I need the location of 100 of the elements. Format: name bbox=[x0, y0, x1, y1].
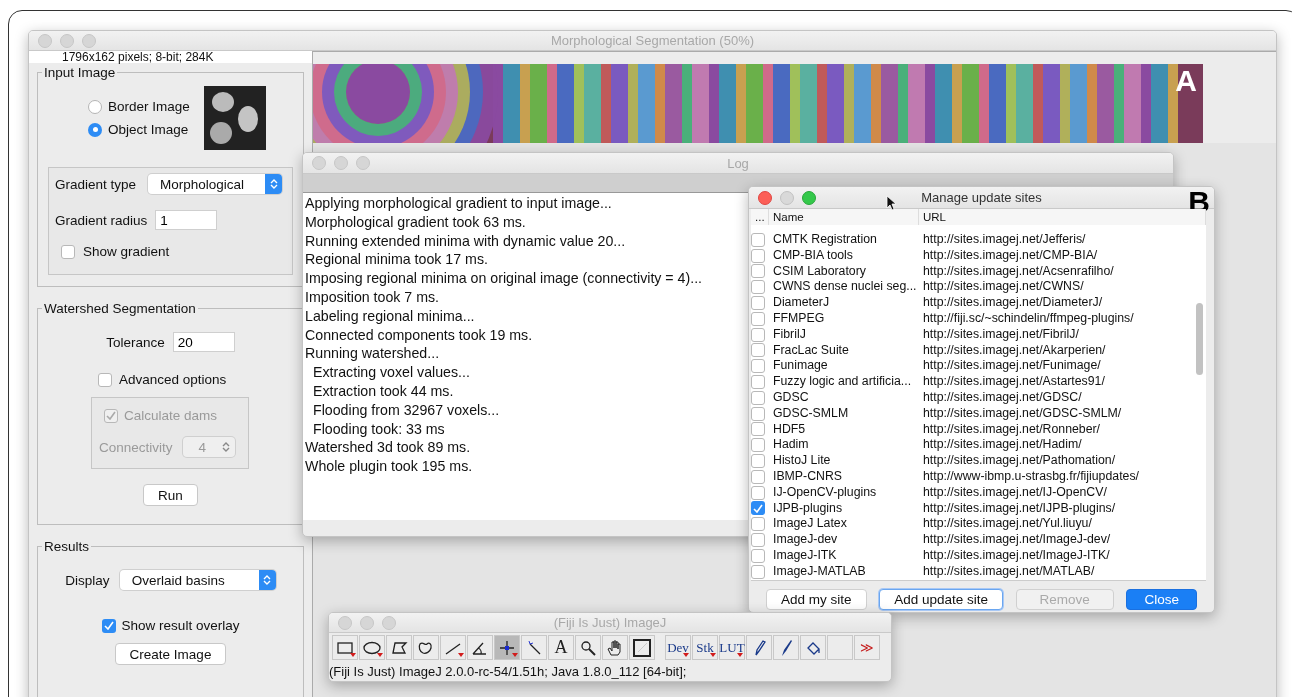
checkbox[interactable] bbox=[751, 343, 765, 358]
site-url-cell-text: http://sites.imagej.net/Astartes91/ bbox=[922, 374, 1106, 390]
radio-label: Object Image bbox=[108, 122, 189, 137]
site-name-cell-text: ImageJ-ITK bbox=[772, 547, 838, 564]
wand-tool-icon bbox=[525, 638, 543, 657]
site-name-cell-text: CSIM Laboratory bbox=[772, 263, 867, 280]
wand-tool-button[interactable] bbox=[521, 635, 547, 660]
column-header[interactable]: URL bbox=[919, 209, 1206, 225]
text-tool-button[interactable]: A bbox=[548, 635, 574, 660]
site-url-cell-text: http://sites.imagej.net/CWNS/ bbox=[922, 279, 1085, 296]
column-header[interactable]: ... bbox=[751, 209, 769, 225]
brush-tool-button[interactable] bbox=[773, 635, 799, 660]
site-url-cell-text: http://sites.imagej.net/ImageJ-dev/ bbox=[922, 532, 1112, 548]
checkbox[interactable] bbox=[751, 390, 765, 405]
rectangle-tool-button[interactable] bbox=[332, 635, 358, 660]
point-tool-button[interactable] bbox=[494, 635, 520, 660]
site-url-cell-text: http://sites.imagej.net/Funimage/ bbox=[922, 358, 1102, 375]
checkbox-label: Advanced options bbox=[119, 372, 227, 387]
log-line: Imposition took 7 ms. bbox=[305, 288, 440, 307]
gradient-radius-field[interactable]: 1 bbox=[155, 210, 218, 230]
site-url-cell-text: http://sites.imagej.net/Akarperien/ bbox=[922, 342, 1107, 359]
radio-button[interactable] bbox=[88, 99, 102, 114]
site-url-cell-text: http://sites.imagej.net/Ronneber/ bbox=[922, 421, 1102, 438]
checkbox[interactable] bbox=[751, 454, 765, 469]
checkbox-label: Show result overlay bbox=[121, 618, 240, 633]
dialog-button[interactable]: Add my site bbox=[766, 589, 867, 611]
site-name-cell-text: Fuzzy logic and artificia... bbox=[772, 374, 913, 390]
chevron-icon bbox=[222, 441, 231, 453]
site-name-cell-text: GDSC-SMLM bbox=[772, 405, 850, 422]
checkbox[interactable] bbox=[751, 438, 765, 453]
checkbox[interactable] bbox=[751, 248, 765, 263]
tolerance-field[interactable]: 20 bbox=[172, 332, 235, 352]
checkbox[interactable] bbox=[751, 264, 765, 279]
menu-tool-button[interactable]: Stk bbox=[692, 635, 718, 660]
menu-tool-button[interactable]: LUT bbox=[719, 635, 745, 660]
dialog-button[interactable]: Add update site bbox=[879, 589, 1003, 611]
freehand-tool-button[interactable] bbox=[413, 635, 439, 660]
checkbox[interactable] bbox=[751, 232, 765, 247]
log-line: Extracting voxel values... bbox=[312, 363, 470, 382]
magnifier-tool-button[interactable] bbox=[575, 635, 601, 660]
log-line: Watershed 3d took 89 ms. bbox=[305, 438, 471, 458]
window-title: Log bbox=[727, 155, 749, 171]
checkbox[interactable] bbox=[751, 375, 765, 390]
group-title: Results bbox=[43, 539, 90, 554]
site-name-cell-text: FracLac Suite bbox=[772, 342, 850, 359]
checkbox[interactable] bbox=[101, 618, 116, 633]
site-url-cell-text: http://sites.imagej.net/CMP-BIA/ bbox=[922, 247, 1099, 264]
panel-label: A bbox=[1175, 66, 1197, 96]
pencil-tool-button[interactable] bbox=[746, 635, 772, 660]
checkbox[interactable] bbox=[751, 422, 765, 437]
radio-label: Border Image bbox=[108, 99, 190, 114]
window-title: Manage update sites bbox=[921, 190, 1042, 205]
checkbox[interactable] bbox=[751, 485, 765, 500]
menu-tool-button[interactable]: Dev bbox=[665, 635, 691, 660]
more-tool-button[interactable]: ≫ bbox=[854, 635, 880, 660]
site-name-cell-text: HistoJ Lite bbox=[772, 453, 832, 469]
checkbox[interactable] bbox=[751, 517, 765, 532]
gradient-type-select[interactable]: Morphological bbox=[148, 174, 283, 194]
site-name-cell-text: FibrilJ bbox=[772, 326, 807, 343]
checkbox[interactable] bbox=[751, 311, 765, 326]
site-name-cell-text: Funimage bbox=[772, 358, 829, 375]
log-line: Whole plugin took 195 ms. bbox=[305, 457, 473, 476]
display-select[interactable]: Overlaid basins bbox=[119, 570, 276, 590]
create-image-button[interactable]: Create Image bbox=[114, 643, 227, 665]
checkbox[interactable] bbox=[751, 564, 765, 579]
checkbox[interactable] bbox=[751, 359, 765, 374]
hand-tool-button[interactable] bbox=[602, 635, 628, 660]
hand-tool-icon bbox=[606, 638, 624, 657]
dialog-button[interactable]: Close bbox=[1126, 589, 1197, 611]
site-name-cell-text: Hadim bbox=[772, 437, 810, 454]
site-url-cell-text: http://sites.imagej.net/Pathomation/ bbox=[922, 453, 1117, 469]
group-title: Watershed Segmentation bbox=[43, 301, 197, 316]
run-button[interactable]: Run bbox=[143, 484, 198, 506]
site-url-cell-text: http://sites.imagej.net/IJ-OpenCV/ bbox=[922, 484, 1108, 501]
angle-tool-button[interactable] bbox=[467, 635, 493, 660]
log-line: Flooding from 32967 voxels... bbox=[312, 400, 500, 420]
radio-button[interactable] bbox=[88, 122, 102, 137]
checkbox[interactable] bbox=[751, 296, 765, 311]
checkbox[interactable] bbox=[751, 548, 765, 563]
scrollbar-thumb[interactable] bbox=[1196, 303, 1203, 375]
cursor-icon bbox=[886, 195, 896, 211]
log-line: Flooding took: 33 ms bbox=[312, 419, 445, 439]
checkbox[interactable] bbox=[751, 406, 765, 421]
checkbox[interactable] bbox=[61, 244, 75, 259]
log-line: Morphological gradient took 63 ms. bbox=[305, 212, 526, 232]
log-line: Applying morphological gradient to input image... bbox=[305, 194, 612, 213]
point-tool-icon bbox=[498, 638, 516, 657]
chevron-icon bbox=[269, 178, 278, 190]
checkbox[interactable] bbox=[751, 327, 765, 342]
line-tool-button[interactable] bbox=[440, 635, 466, 660]
site-name-cell-text: GDSC bbox=[772, 389, 810, 406]
column-header[interactable]: Name bbox=[769, 209, 919, 225]
checkbox[interactable] bbox=[751, 533, 765, 548]
checkbox[interactable] bbox=[751, 501, 765, 516]
checkbox[interactable] bbox=[751, 280, 765, 295]
polygon-tool-button[interactable] bbox=[386, 635, 412, 660]
site-url-cell-text: http://sites.imagej.net/DiameterJ/ bbox=[922, 295, 1104, 311]
checkbox[interactable] bbox=[751, 469, 765, 484]
checkbox[interactable] bbox=[98, 372, 112, 387]
oval-tool-button[interactable] bbox=[359, 635, 385, 660]
